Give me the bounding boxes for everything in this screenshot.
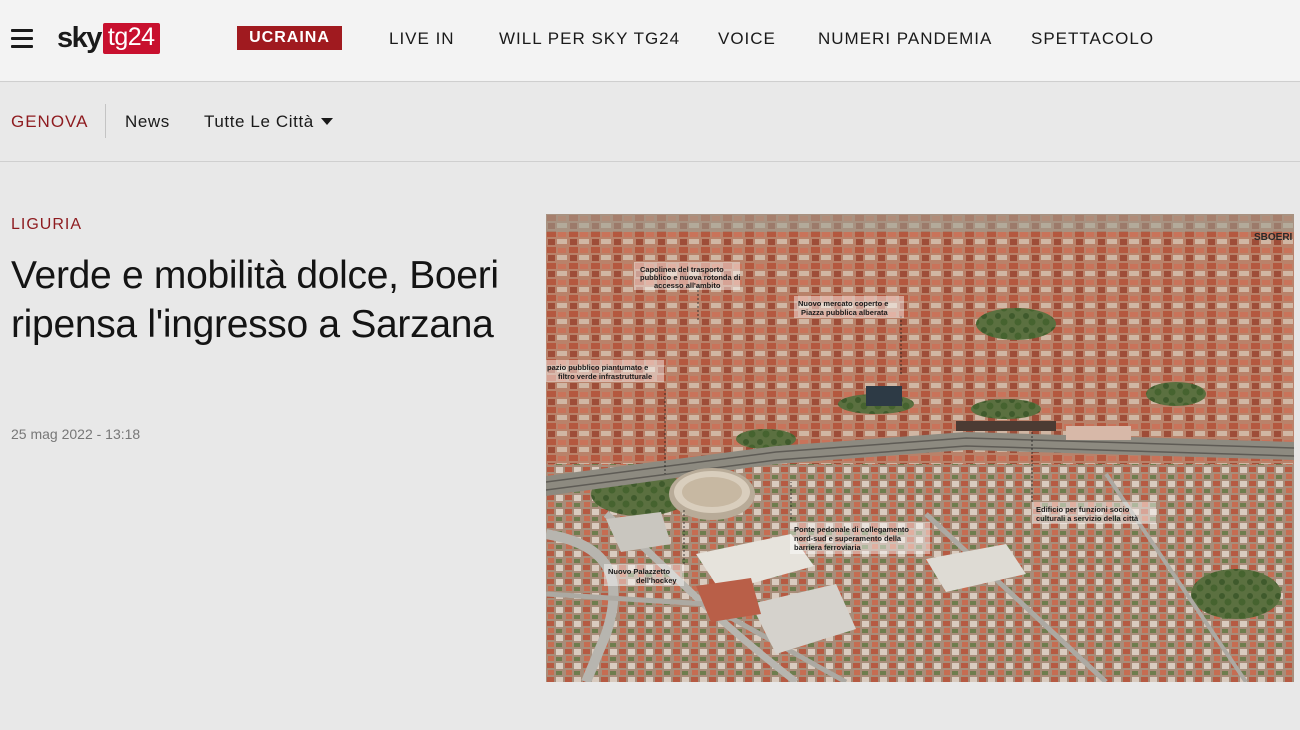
annotation-line: nord-sud e superamento della bbox=[794, 534, 902, 543]
nav-ucraina-badge[interactable]: UCRAINA bbox=[237, 26, 342, 50]
article-hero-image[interactable]: SBOERI Capolinea del trasporto pubblico … bbox=[546, 214, 1294, 682]
aerial-city-render: SBOERI Capolinea del trasporto pubblico … bbox=[546, 214, 1294, 682]
annotation-line: Edificio per funzioni socio bbox=[1036, 505, 1130, 514]
menu-bar bbox=[11, 29, 33, 32]
nav-live-in[interactable]: LIVE IN bbox=[389, 29, 455, 49]
menu-bar bbox=[11, 37, 33, 40]
top-navigation: sky tg24 UCRAINA LIVE IN WILL PER SKY TG… bbox=[0, 0, 1300, 82]
annotation-line: barriera ferroviaria bbox=[794, 543, 862, 552]
annotation-green-filter: pazio pubblico piantumato e filtro verde… bbox=[546, 360, 664, 382]
article-headline: Verde e mobilità dolce, Boeri ripensa l'… bbox=[11, 254, 499, 346]
annotation-line: Nuovo Palazzetto bbox=[608, 567, 671, 576]
subnav-news[interactable]: News bbox=[125, 112, 170, 132]
annotation-line: filtro verde infrastrutturale bbox=[558, 372, 652, 381]
park-trees bbox=[976, 308, 1056, 340]
subnav-divider bbox=[105, 104, 106, 138]
logo-sky-text: sky bbox=[57, 22, 102, 54]
annotation-line: Nuovo mercato coperto e bbox=[798, 299, 888, 308]
annotation-market: Nuovo mercato coperto e Piazza pubblica … bbox=[794, 296, 904, 318]
nav-numeri-pandemia[interactable]: NUMERI PANDEMIA bbox=[818, 29, 992, 49]
annotation-cultural-building: Edificio per funzioni socio culturali a … bbox=[1032, 502, 1156, 524]
market-roof bbox=[866, 386, 902, 406]
logo-tg24-text: tg24 bbox=[102, 23, 160, 54]
article-date: 25 mag 2022 - 13:18 bbox=[11, 426, 141, 442]
svg-text:SBOERI: SBOERI bbox=[1254, 232, 1293, 243]
annotation-pedestrian-bridge: Ponte pedonale di collegamento nord-sud … bbox=[790, 522, 930, 554]
annotation-line: pazio pubblico piantumato e bbox=[547, 363, 648, 372]
subnav-dropdown-label: Tutte Le Città bbox=[204, 112, 314, 131]
nav-will-per-sky-tg24[interactable]: WILL PER SKY TG24 bbox=[499, 29, 680, 49]
hamburger-menu-icon[interactable] bbox=[11, 29, 33, 48]
article-kicker[interactable]: LIGURIA bbox=[11, 216, 82, 234]
annotation-line: culturali a servizio della città bbox=[1036, 514, 1139, 523]
annotation-line: Piazza pubblica alberata bbox=[801, 308, 889, 317]
subnav-tutte-le-citta-dropdown[interactable]: Tutte Le Città bbox=[204, 112, 333, 132]
annotation-line: accesso all'ambito bbox=[654, 281, 721, 290]
annotation-line: Ponte pedonale di collegamento bbox=[794, 525, 909, 534]
nav-spettacolo[interactable]: SPETTACOLO bbox=[1031, 29, 1154, 49]
nav-voice[interactable]: VOICE bbox=[718, 29, 776, 49]
annotation-hockey-hall: Nuovo Palazzetto dell'hockey bbox=[604, 564, 684, 586]
section-navigation: GENOVA News Tutte Le Città bbox=[0, 83, 1300, 162]
sky-tg24-logo[interactable]: sky tg24 bbox=[57, 21, 160, 56]
annotation-terminal: Capolinea del trasporto pubblico e nuova… bbox=[634, 262, 740, 290]
annotation-line: dell'hockey bbox=[636, 576, 677, 585]
subnav-city-genova[interactable]: GENOVA bbox=[11, 112, 88, 132]
menu-bar bbox=[11, 45, 33, 48]
caret-down-icon bbox=[320, 118, 333, 125]
